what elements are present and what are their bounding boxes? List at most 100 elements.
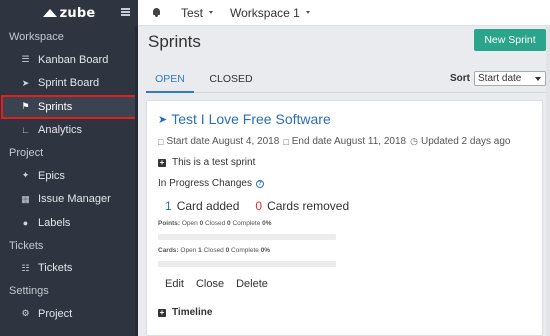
- plus-square-icon: +: [158, 307, 166, 317]
- kanban-icon: ☰: [21, 54, 30, 65]
- sort-value: Start date: [478, 73, 522, 84]
- delete-button[interactable]: Delete: [236, 278, 268, 290]
- hamburger-menu-icon[interactable]: [121, 8, 130, 16]
- cards-closed: 0: [225, 247, 230, 254]
- points-open: 0: [199, 220, 204, 227]
- ticket-icon: ☷: [21, 262, 30, 273]
- chevron-down-icon: [209, 11, 214, 14]
- cards-label: Cards:: [158, 247, 179, 254]
- chart-icon: ∟: [21, 125, 30, 136]
- help-icon[interactable]: ?: [255, 179, 264, 188]
- main-scrollbar[interactable]: [546, 26, 550, 336]
- chevron-down-icon: [535, 77, 541, 81]
- sidebar-item-label: Issue Manager: [38, 193, 111, 206]
- zube-logo[interactable]: zube: [43, 6, 96, 21]
- cards-closed-label: Closed: [203, 247, 224, 254]
- sprint-title: Test I Love Free Software: [171, 111, 331, 127]
- cards-added-label: Card added: [176, 199, 240, 213]
- cards-open: 1: [198, 247, 202, 254]
- rocket-icon: ➤: [21, 77, 30, 88]
- new-sprint-button[interactable]: New Sprint: [474, 29, 546, 51]
- sidebar-item-label: Analytics: [38, 124, 83, 137]
- points-open-label: Open: [181, 220, 198, 227]
- start-date: Start date August 4, 2018: [166, 136, 280, 147]
- tag-icon: ●: [22, 217, 29, 228]
- sidebar-item-epics[interactable]: ✦ Epics: [0, 164, 138, 188]
- points-closed: 0: [227, 220, 231, 227]
- chevron-down-icon: [305, 11, 310, 14]
- sprint-title-link[interactable]: ➤ Test I Love Free Software: [158, 111, 331, 127]
- section-title-tickets: Tickets: [9, 239, 44, 252]
- close-button[interactable]: Close: [196, 278, 224, 290]
- sidebar-item-label: Sprints: [38, 100, 73, 113]
- description-toggle[interactable]: + This is a test sprint: [158, 157, 255, 168]
- gear-icon: ⚙: [21, 308, 30, 319]
- main-content: Sprints New Sprint OPEN CLOSED Sort Star…: [138, 26, 550, 336]
- epics-icon: ✦: [21, 170, 30, 181]
- zube-logo-icon: [43, 9, 57, 17]
- section-title-workspace: Workspace: [9, 31, 64, 43]
- cards-removed-count: 0: [255, 199, 263, 213]
- sort-select[interactable]: Start date: [474, 71, 546, 86]
- sidebar-item-labels[interactable]: ● Labels: [0, 211, 138, 235]
- sidebar-item-analytics[interactable]: ∟ Analytics: [0, 119, 138, 143]
- project-name: Test: [181, 5, 204, 20]
- flag-icon: ⚑: [21, 101, 30, 112]
- sprint-meta: □ Start date August 4, 2018 □ End date A…: [158, 136, 510, 147]
- logo-row: zube: [0, 0, 138, 26]
- sidebar: zube Workspace ☰ Kanban Board ➤ Sprint B…: [0, 0, 138, 336]
- cards-progress-bar: [158, 261, 336, 267]
- sidebar-item-label: Epics: [38, 169, 65, 182]
- sort-label: Sort: [450, 73, 470, 84]
- sidebar-item-label: Tickets: [38, 262, 73, 275]
- sidebar-item-sprints[interactable]: ⚑ Sprints: [1, 95, 137, 119]
- workspace-name: Workspace 1: [230, 5, 300, 20]
- page-title: Sprints: [148, 32, 201, 51]
- sort-control: Sort Start date: [450, 71, 546, 86]
- list-icon: ▦: [21, 193, 30, 204]
- calendar-icon: □: [158, 136, 164, 147]
- section-title-project: Project: [9, 147, 44, 159]
- sidebar-item-kanban-board[interactable]: ☰ Kanban Board: [0, 48, 138, 72]
- plus-square-icon: +: [158, 157, 166, 167]
- timeline-toggle[interactable]: + Timeline: [158, 307, 212, 318]
- bell-icon[interactable]: [152, 8, 161, 17]
- workspace-dropdown[interactable]: Workspace 1: [230, 6, 310, 20]
- points-complete-label: Complete: [232, 220, 261, 227]
- sidebar-item-label: Sprint Board: [38, 77, 100, 90]
- project-dropdown[interactable]: Test: [181, 5, 214, 20]
- tab-closed[interactable]: CLOSED: [202, 66, 260, 93]
- cards-added-count: 1: [165, 199, 172, 213]
- sidebar-item-tickets[interactable]: ☷ Tickets: [0, 257, 138, 281]
- sidebar-item-label: Project: [38, 307, 73, 320]
- cards-removed-label: Cards removed: [267, 199, 350, 213]
- sprint-card: ➤ Test I Love Free Software □ Start date…: [146, 100, 543, 336]
- end-date: End date August 11, 2018: [291, 136, 407, 147]
- running-icon: ➤: [158, 113, 168, 126]
- clock-icon: ◷: [410, 136, 418, 146]
- in-progress-changes: In Progress Changes ?: [158, 178, 264, 189]
- cards-summary: Cards: Open 1 Closed 0 Complete 0%: [158, 247, 270, 254]
- logo-text: zube: [59, 5, 96, 21]
- sidebar-item-issue-manager[interactable]: ▦ Issue Manager: [0, 188, 138, 212]
- sprint-actions: Edit Close Delete: [165, 278, 268, 290]
- sidebar-item-label: Labels: [38, 216, 71, 229]
- calendar-icon: □: [283, 136, 289, 147]
- sidebar-item-sprint-board[interactable]: ➤ Sprint Board: [0, 72, 138, 96]
- change-counts: 1 Card added 0 Cards removed: [165, 199, 349, 213]
- timeline-label: Timeline: [172, 307, 213, 318]
- cards-complete: 0%: [260, 247, 271, 254]
- updated-text: Updated 2 days ago: [420, 136, 511, 147]
- cards-open-label: Open: [180, 247, 197, 254]
- sidebar-item-project-settings[interactable]: ⚙ Project: [0, 302, 138, 326]
- tab-open[interactable]: OPEN: [146, 66, 194, 93]
- points-summary: Points: Open 0 Closed 0 Complete 0%: [158, 220, 272, 227]
- sprint-description: This is a test sprint: [172, 157, 256, 168]
- top-bar: Test Workspace 1: [138, 0, 550, 26]
- points-complete: 0%: [262, 220, 272, 227]
- section-title-settings: Settings: [9, 285, 49, 297]
- edit-button[interactable]: Edit: [165, 278, 184, 290]
- cards-complete-label: Complete: [231, 247, 259, 254]
- in-progress-label: In Progress Changes: [158, 178, 252, 189]
- sidebar-item-label: Kanban Board: [38, 53, 109, 66]
